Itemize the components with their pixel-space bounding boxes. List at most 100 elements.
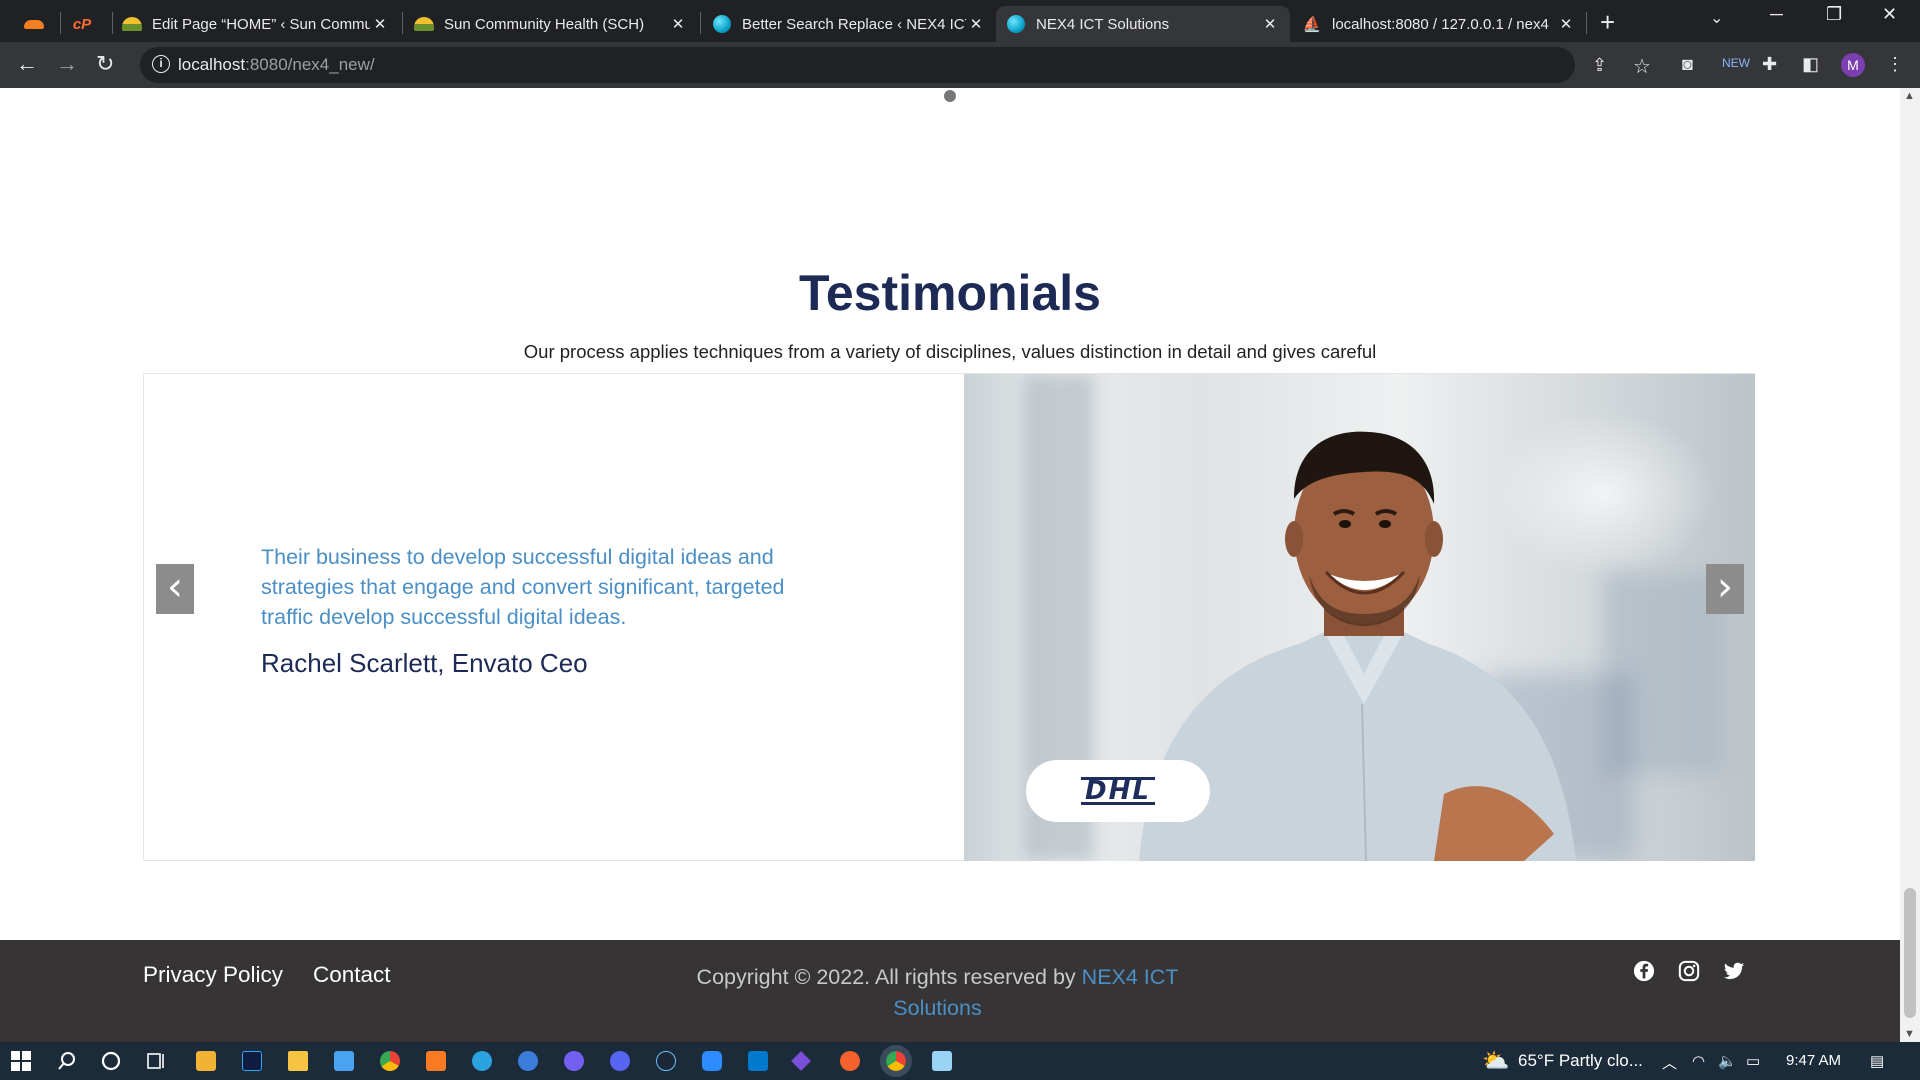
forward-icon[interactable]: → (56, 52, 78, 76)
close-tab-icon[interactable]: ✕ (370, 15, 390, 33)
tab-sun-community-health[interactable]: Sun Community Health (SCH) ✕ (404, 6, 698, 42)
close-window-icon[interactable]: ✕ (1882, 4, 1897, 25)
side-panel-icon[interactable]: ◧ (1802, 54, 1819, 75)
bookmark-star-icon[interactable]: ☆ (1633, 54, 1651, 79)
globe-icon (712, 14, 732, 34)
tab-better-search-replace[interactable]: Better Search Replace ‹ NEX4 ICT ✕ (702, 6, 996, 42)
tab-nex4-ict-solutions[interactable]: NEX4 ICT Solutions ✕ (996, 6, 1290, 42)
tab-separator (700, 12, 701, 34)
tab-search-chevron-icon[interactable]: ⌄ (1710, 8, 1723, 28)
tab-edit-page-home[interactable]: Edit Page “HOME” ‹ Sun Commu ✕ (112, 6, 400, 42)
tab-cpanel[interactable]: cP (62, 6, 112, 42)
viber-icon[interactable] (564, 1051, 584, 1071)
profile-avatar[interactable]: M (1841, 53, 1865, 77)
scroll-up-icon[interactable]: ▲ (1904, 90, 1915, 102)
new-tab-button[interactable]: + (1600, 7, 1615, 38)
testimonial-author: Rachel Scarlett, Envato Ceo (261, 648, 588, 678)
restore-window-icon[interactable]: ❐ (1826, 4, 1842, 25)
globe-icon (1006, 14, 1026, 34)
camera-extension-icon[interactable]: ◙ (1682, 54, 1693, 75)
copyright-text: Copyright © 2022. All rights reserved by… (696, 965, 1179, 1020)
photoshop-icon[interactable] (242, 1051, 262, 1071)
company-logo-text: DHL (1081, 777, 1155, 805)
tab-title: Edit Page “HOME” ‹ Sun Commu (152, 15, 370, 33)
windows-taskbar: ⛅ 65°F Partly clo... ︿ ◠ 🔈 ▭ 9:47 AM ▤ (0, 1042, 1920, 1080)
footer-link-privacy-policy[interactable]: Privacy Policy (143, 962, 283, 988)
slider-dot[interactable] (944, 90, 956, 102)
battery-icon[interactable]: ▭ (1746, 1052, 1760, 1070)
facebook-icon[interactable] (1633, 960, 1655, 987)
tab-title: Better Search Replace ‹ NEX4 ICT (742, 15, 966, 33)
tab-separator (1586, 12, 1587, 34)
chrome-icon[interactable] (380, 1051, 400, 1071)
notifications-icon[interactable]: ▤ (1870, 1052, 1884, 1070)
microsoft-store-icon[interactable] (196, 1051, 216, 1071)
search-icon[interactable] (57, 1051, 77, 1071)
cortana-icon[interactable] (101, 1051, 121, 1071)
file-explorer-icon[interactable] (288, 1051, 308, 1071)
weather-text[interactable]: 65°F Partly clo... (1518, 1051, 1643, 1071)
minimize-window-icon[interactable]: ─ (1770, 4, 1783, 25)
postman-icon[interactable] (840, 1051, 860, 1071)
chrome-active-icon[interactable] (880, 1045, 912, 1077)
notepad-icon[interactable] (334, 1051, 354, 1071)
app-blue-icon[interactable] (518, 1051, 538, 1071)
steam-icon[interactable] (656, 1051, 676, 1071)
tab-title: Sun Community Health (SCH) (444, 15, 645, 33)
browser-toolbar: ← → ↻ i localhost:8080/nex4_new/ ⇪ ☆ ◙ N… (0, 42, 1920, 88)
close-tab-icon[interactable]: ✕ (966, 15, 986, 33)
section-subtitle: Our process applies techniques from a va… (523, 341, 1377, 362)
page-scrollbar[interactable]: ▲ ▼ (1900, 88, 1920, 1042)
close-tab-icon[interactable]: ✕ (1556, 15, 1576, 33)
reload-icon[interactable]: ↻ (96, 52, 114, 76)
back-icon[interactable]: ← (16, 52, 38, 76)
xampp-icon[interactable] (426, 1051, 446, 1071)
close-tab-icon[interactable]: ✕ (1260, 15, 1280, 33)
menu-kebab-icon[interactable]: ⋮ (1886, 54, 1904, 75)
testimonial-card: Their business to develop successful dig… (143, 373, 1755, 861)
tab-separator (60, 12, 61, 34)
cloudflare-icon (24, 14, 44, 34)
browser-tab-strip: cP Edit Page “HOME” ‹ Sun Commu ✕ Sun Co… (0, 0, 1920, 42)
company-logo-badge: DHL (1026, 760, 1210, 822)
instagram-icon[interactable] (1678, 960, 1700, 987)
site-footer: Privacy Policy Contact Copyright © 2022.… (0, 940, 1900, 1042)
sun-community-icon (414, 14, 434, 34)
extensions-puzzle-icon[interactable]: ✚ (1762, 54, 1777, 75)
telegram-icon[interactable] (472, 1051, 492, 1071)
notes-app-icon[interactable] (932, 1051, 952, 1071)
visual-studio-icon[interactable] (791, 1051, 811, 1071)
tab-title: NEX4 ICT Solutions (1036, 15, 1170, 33)
clock-time[interactable]: 9:47 AM (1786, 1052, 1841, 1069)
next-slide-button[interactable]: › (1706, 564, 1744, 614)
wifi-icon[interactable]: ◠ (1692, 1052, 1705, 1070)
zoom-icon[interactable] (702, 1051, 722, 1071)
footer-link-contact[interactable]: Contact (313, 962, 391, 988)
tab-cloudflare[interactable] (14, 6, 58, 42)
tab-separator (402, 12, 403, 34)
cpanel-icon: cP (72, 15, 92, 33)
testimonial-photo: DHL (964, 374, 1755, 861)
previous-slide-button[interactable]: ‹ (156, 564, 194, 614)
sun-community-icon (122, 14, 142, 34)
twitter-icon[interactable] (1723, 960, 1745, 987)
address-bar[interactable]: i localhost:8080/nex4_new/ ⇪ ☆ (140, 47, 1651, 83)
share-icon[interactable]: ⇪ (1592, 55, 1607, 76)
site-info-icon[interactable]: i (152, 55, 170, 73)
page-viewport: Testimonials Our process applies techniq… (0, 88, 1920, 1042)
close-tab-icon[interactable]: ✕ (668, 15, 688, 33)
tab-phpmyadmin[interactable]: ⛵ localhost:8080 / 127.0.0.1 / nex4 ✕ (1292, 6, 1586, 42)
volume-icon[interactable]: 🔈 (1718, 1052, 1737, 1070)
scroll-down-icon[interactable]: ▼ (1904, 1028, 1915, 1040)
tab-title: localhost:8080 / 127.0.0.1 / nex4 (1332, 15, 1549, 33)
windows-start-icon[interactable] (11, 1051, 31, 1071)
weather-cloud-icon[interactable]: ⛅ (1482, 1048, 1509, 1074)
url-text[interactable]: localhost:8080/nex4_new/ (178, 55, 375, 75)
scrollbar-thumb[interactable] (1904, 888, 1916, 1018)
show-hidden-icons-icon[interactable]: ︿ (1662, 1052, 1677, 1073)
discord-icon[interactable] (610, 1051, 630, 1071)
testimonial-quote: Their business to develop successful dig… (261, 545, 785, 629)
task-view-icon[interactable] (146, 1051, 166, 1071)
vscode-icon[interactable] (748, 1051, 768, 1071)
new-extension-icon[interactable]: NEW (1722, 56, 1750, 70)
